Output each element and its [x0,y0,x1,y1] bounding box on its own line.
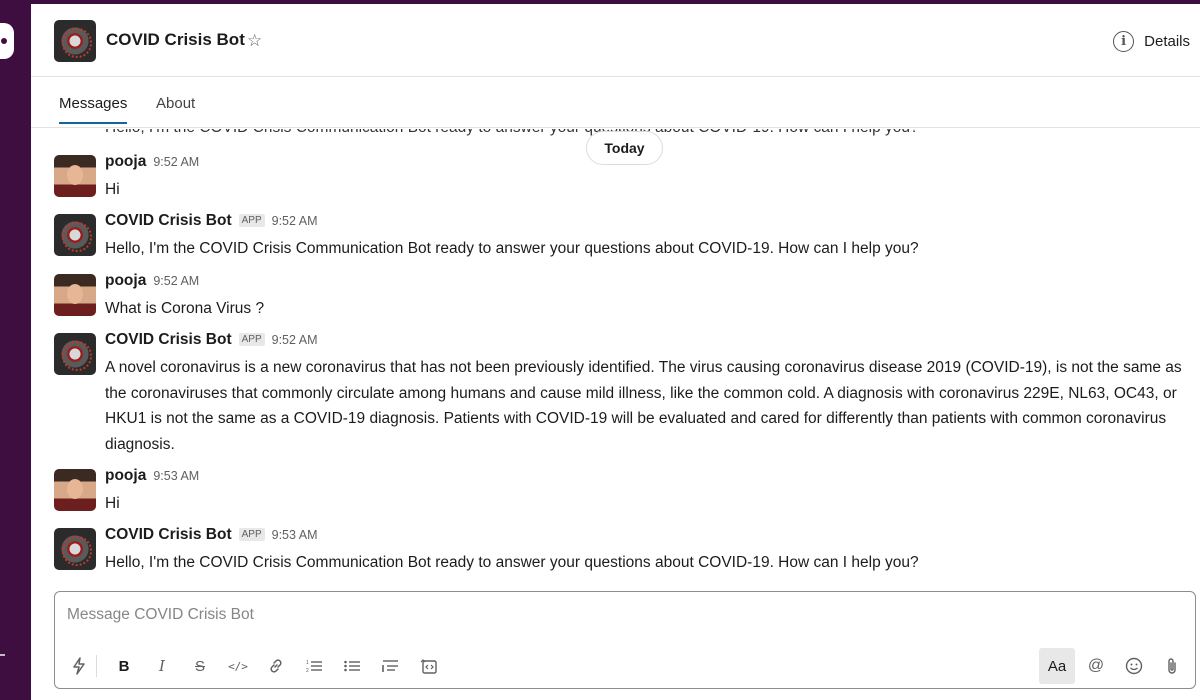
channel-tabs: Messages About [31,78,1200,128]
message-text: Hi [105,495,120,512]
app-badge: APP [238,333,265,346]
tab-messages[interactable]: Messages [59,95,128,124]
emoji-icon[interactable] [1120,652,1148,680]
app-badge: APP [238,528,265,541]
sender-name[interactable]: COVID Crisis Bot [105,212,232,230]
message-header: pooja 9:52 AM [105,153,199,171]
code-icon[interactable]: </> [224,652,252,680]
message-timestamp[interactable]: 9:52 AM [272,333,318,347]
blockquote-icon[interactable] [376,652,404,680]
bold-icon[interactable]: B [110,652,138,680]
italic-icon[interactable]: I [148,652,176,680]
sender-name[interactable]: pooja [105,272,146,290]
tab-about[interactable]: About [156,95,195,112]
sender-name[interactable]: pooja [105,467,146,485]
sender-name[interactable]: COVID Crisis Bot [105,526,232,544]
message-text: A novel coronavirus is a new coronavirus… [105,359,1182,453]
details-button[interactable]: i Details [1113,31,1190,52]
message-header: pooja 9:53 AM [105,467,199,485]
sender-name[interactable]: pooja [105,153,146,171]
link-icon[interactable] [262,652,290,680]
message-timestamp[interactable]: 9:53 AM [153,469,199,483]
paperclip-icon[interactable] [1158,652,1186,680]
message-timestamp[interactable]: 9:52 AM [272,214,318,228]
user-avatar[interactable] [54,274,96,316]
channel-view: COVID Crisis Bot ☆ i Details Messages Ab… [31,4,1200,700]
strikethrough-icon[interactable]: S [186,652,214,680]
lightning-icon[interactable] [65,652,93,680]
message-input[interactable] [67,606,1067,624]
svg-text:2: 2 [306,668,309,673]
message-timestamp[interactable]: 9:52 AM [153,274,199,288]
message-header: COVID Crisis Bot APP 9:52 AM [105,331,318,349]
message-text: Hi [105,181,120,198]
message-text: What is Corona Virus ? [105,300,265,317]
user-avatar[interactable] [54,469,96,511]
mention-icon[interactable]: @ [1082,652,1110,680]
message-header: COVID Crisis Bot APP 9:52 AM [105,212,318,230]
star-icon[interactable]: ☆ [247,31,262,51]
sidebar-marker [0,654,5,656]
bot-avatar[interactable] [54,333,96,375]
message-timestamp[interactable]: 9:53 AM [272,528,318,542]
toolbar-divider [96,655,97,677]
message-header: COVID Crisis Bot APP 9:53 AM [105,526,318,544]
message-timestamp[interactable]: 9:52 AM [153,155,199,169]
message-list: Hello, I'm the COVID Crisis Communicatio… [31,129,1200,585]
app-badge: APP [238,214,265,227]
bulleted-list-icon[interactable] [338,652,366,680]
message-header: pooja 9:52 AM [105,272,199,290]
composer-toolbar: B I S </> 12 Aa @ [55,645,1195,689]
details-label: Details [1144,33,1190,50]
message-text: Hello, I'm the COVID Crisis Communicatio… [105,554,919,571]
channel-header: COVID Crisis Bot ☆ i Details [31,4,1200,77]
formatting-toggle[interactable]: Aa [1039,648,1075,684]
workspace-sidebar [0,0,31,700]
bot-avatar[interactable] [54,20,96,62]
info-icon: i [1113,31,1135,52]
clipped-message-text: Hello, I'm the COVID Crisis Communicatio… [105,129,919,137]
channel-title[interactable]: COVID Crisis Bot [106,30,245,50]
workspace-indicator [1,38,7,44]
code-block-icon[interactable] [414,652,442,680]
sender-name[interactable]: COVID Crisis Bot [105,331,232,349]
message-composer: B I S </> 12 Aa @ [54,591,1196,689]
user-avatar[interactable] [54,155,96,197]
date-divider-today[interactable]: Today [586,131,663,165]
ordered-list-icon[interactable]: 12 [300,652,328,680]
bot-avatar[interactable] [54,528,96,570]
bot-avatar[interactable] [54,214,96,256]
message-text: Hello, I'm the COVID Crisis Communicatio… [105,240,919,257]
svg-text:1: 1 [306,660,309,666]
